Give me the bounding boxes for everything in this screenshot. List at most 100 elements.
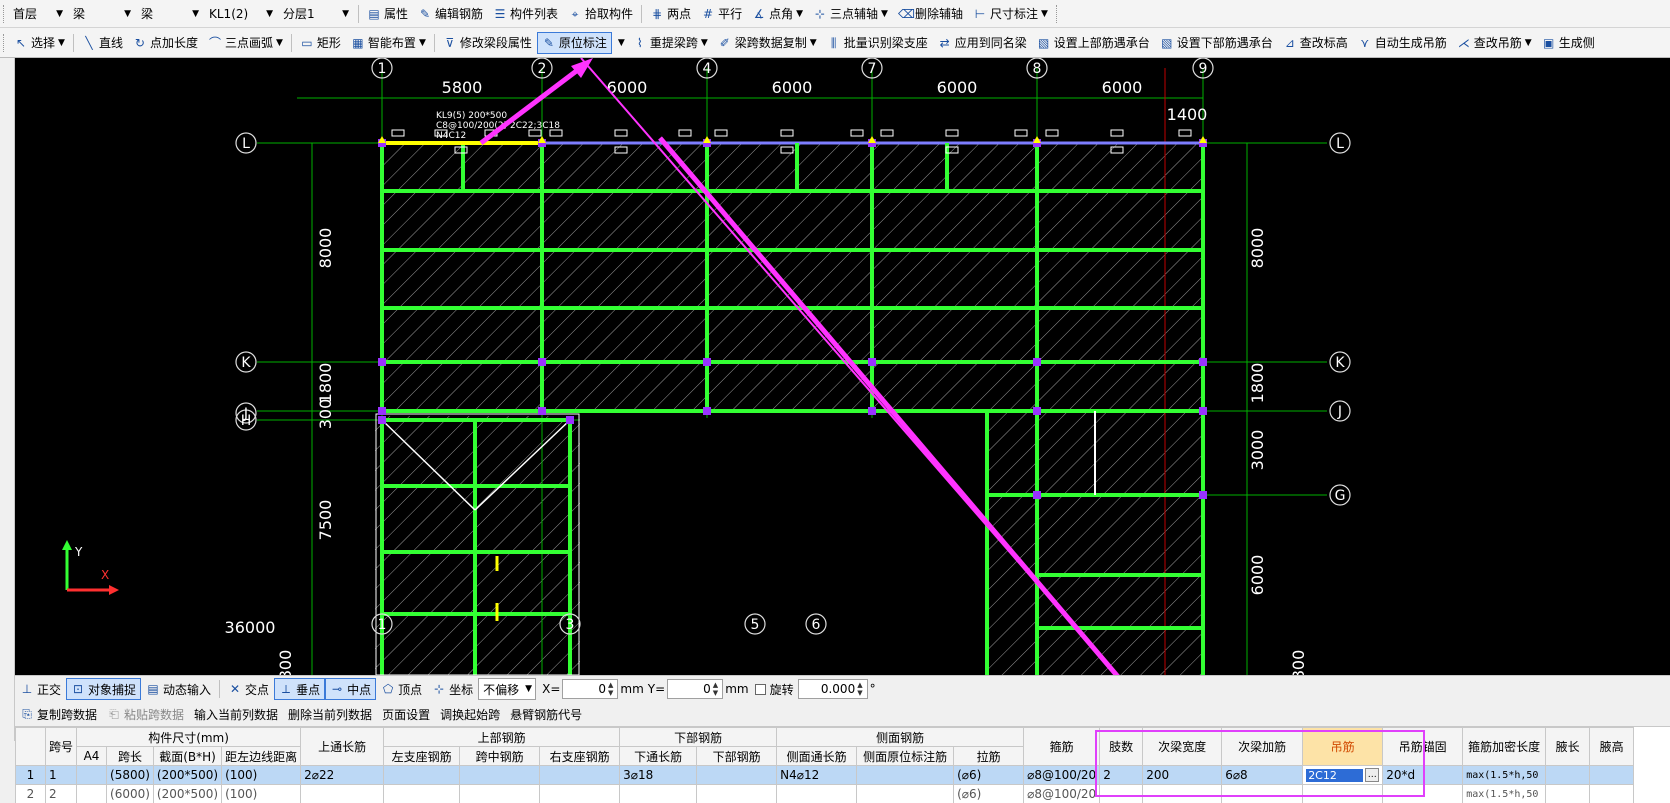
grid-corner[interactable] xyxy=(15,727,46,766)
cell-side-in-situ[interactable] xyxy=(856,765,955,785)
table-row[interactable]: 2 2 (6000) (200*500) (100) (⌀6) ⌀8@100/2… xyxy=(15,784,1635,803)
check-elevation-button[interactable]: ⊿ 查改标高 xyxy=(1278,32,1353,54)
pick-member-button[interactable]: ⌖ 拾取构件 xyxy=(563,3,638,25)
col-haunch-length[interactable]: 腋长 xyxy=(1545,727,1591,766)
cell-top-through[interactable]: 2⌀22 xyxy=(300,765,385,785)
apply-same-name-button[interactable]: ⇄ 应用到同名梁 xyxy=(933,32,1032,54)
col-mid-span[interactable]: 跨中钢筋 xyxy=(459,746,541,766)
col-legs[interactable]: 肢数 xyxy=(1099,727,1144,766)
row-number[interactable]: 2 xyxy=(15,784,46,803)
ellipsis-button[interactable]: … xyxy=(1365,768,1380,782)
cell-distance[interactable]: (100) xyxy=(221,784,302,803)
delete-axis-button[interactable]: ⌫ 删除辅轴 xyxy=(893,3,968,25)
cell-legs[interactable] xyxy=(1099,784,1144,803)
ortho-toggle[interactable]: ⊥ 正交 xyxy=(15,678,66,700)
cantilever-code-button[interactable]: 悬臂钢筋代号 xyxy=(505,703,587,725)
cell-tie[interactable]: (⌀6) xyxy=(953,765,1025,785)
point-length-button[interactable]: ↻ 点加长度 xyxy=(128,32,203,54)
cell-right-support[interactable] xyxy=(539,765,621,785)
col-secondary-width[interactable]: 次梁宽度 xyxy=(1142,727,1223,766)
three-point-arc-button[interactable]: ⌒ 三点画弧 ▼ xyxy=(203,32,288,54)
swap-start-span-button[interactable]: 调换起始跨 xyxy=(435,703,505,725)
cell-stirrup[interactable]: ⌀8@100/20 xyxy=(1023,784,1101,803)
col-section[interactable]: 截面(B*H) xyxy=(152,746,223,766)
edit-rebar-button[interactable]: ✎ 编辑钢筋 xyxy=(413,3,488,25)
cell-secondary-add[interactable]: 6⌀8 xyxy=(1221,765,1304,785)
line-button[interactable]: ╲ 直线 xyxy=(77,32,128,54)
offset-dropdown[interactable]: 不偏移 ▼ xyxy=(478,678,537,700)
batch-identify-support-button[interactable]: ⫼ 批量识别梁支座 xyxy=(822,32,933,54)
drawing-canvas[interactable]: 1 2 4 7 8 9 L K J H L K J G 1 3 5 6 5800… xyxy=(15,58,1670,675)
drawing-svg[interactable]: 1 2 4 7 8 9 L K J H L K J G 1 3 5 6 5800… xyxy=(15,58,1670,675)
in-situ-annotation-menu[interactable]: ▼ xyxy=(612,32,628,54)
perpendicular-snap[interactable]: ⟂ 垂点 xyxy=(274,678,326,700)
cell-distance[interactable]: (100) xyxy=(221,765,302,785)
three-point-axis-button[interactable]: ⊹ 三点辅轴 ▼ xyxy=(808,3,893,25)
col-haunch-height[interactable]: 腋高 xyxy=(1589,727,1635,766)
cell-length[interactable]: (5800) xyxy=(106,765,154,785)
intersection-snap[interactable]: ✕ 交点 xyxy=(223,678,274,700)
cell-hanger-anchor[interactable]: 20*d xyxy=(1382,765,1464,785)
col-span-length[interactable]: 跨长 xyxy=(106,746,154,766)
dimension-button[interactable]: ⊢ 尺寸标注 ▼ xyxy=(968,3,1053,25)
col-left-support[interactable]: 左支座钢筋 xyxy=(383,746,461,766)
col-bottom[interactable]: 下部钢筋 xyxy=(696,746,778,766)
cell-span[interactable]: 2 xyxy=(44,784,78,803)
set-top-pile-cap-button[interactable]: ▧ 设置上部筋遇承台 xyxy=(1032,32,1155,54)
cell-mid-span[interactable] xyxy=(459,784,541,803)
col-bottom-through[interactable]: 下通长筋 xyxy=(619,746,698,766)
col-side-through[interactable]: 侧面通长筋 xyxy=(776,746,858,766)
category-dropdown[interactable]: 梁 ▼ xyxy=(69,3,135,25)
modify-span-props-button[interactable]: ⊽ 修改梁段属性 xyxy=(438,32,537,54)
cell-section[interactable]: (200*500) xyxy=(152,784,223,803)
col-hanger[interactable]: 吊筋 xyxy=(1302,727,1384,766)
hanger-edit-value[interactable]: 2C12 xyxy=(1306,768,1364,782)
cell-haunch-height[interactable] xyxy=(1589,765,1635,785)
delete-column-button[interactable]: 删除当前列数据 xyxy=(283,703,377,725)
x-input[interactable]: 0 ▲ ▼ xyxy=(562,679,619,699)
smart-layout-button[interactable]: ▦ 智能布置 ▼ xyxy=(346,32,431,54)
midpoint-snap[interactable]: ⊸ 中点 xyxy=(325,678,377,700)
cell-bottom-through[interactable] xyxy=(619,784,698,803)
copy-span-data-table-button[interactable]: ⎘ 复制跨数据 xyxy=(15,703,102,725)
cell-haunch-length[interactable] xyxy=(1545,784,1591,803)
vertex-snap[interactable]: ⬠ 顶点 xyxy=(376,678,427,700)
cell-bottom[interactable] xyxy=(696,765,778,785)
cell-dense-length[interactable]: max(1.5*h,50 xyxy=(1462,765,1547,785)
floor-dropdown[interactable]: 首层 ▼ xyxy=(9,3,67,25)
col-top-rebar-group[interactable]: 上部钢筋 xyxy=(383,727,621,747)
row-number[interactable]: 1 xyxy=(15,765,46,785)
member-list-button[interactable]: ☰ 构件列表 xyxy=(488,3,563,25)
col-secondary-add[interactable]: 次梁加筋 xyxy=(1221,727,1304,766)
rectangle-button[interactable]: ▭ 矩形 xyxy=(295,32,346,54)
cell-a4[interactable] xyxy=(76,765,108,785)
toolbar-grip[interactable] xyxy=(1055,4,1059,23)
toolbar-grip[interactable] xyxy=(3,4,6,23)
col-top-through[interactable]: 上通长筋 xyxy=(300,727,385,766)
toolbar-grip[interactable] xyxy=(3,33,6,52)
member-dropdown[interactable]: KL1(2) ▼ xyxy=(205,3,277,25)
col-size-group[interactable]: 构件尺寸(mm) xyxy=(76,727,302,747)
cell-a4[interactable] xyxy=(76,784,108,803)
cell-left-support[interactable] xyxy=(383,784,461,803)
modify-hanger-button[interactable]: ⋌ 查改吊筋 ▼ xyxy=(1452,32,1537,54)
col-stirrup[interactable]: 箍筋 xyxy=(1023,727,1101,766)
set-bottom-pile-cap-button[interactable]: ▧ 设置下部筋遇承台 xyxy=(1155,32,1278,54)
rotate-input[interactable]: 0.000 ▲ ▼ xyxy=(797,679,868,699)
cell-hanger-anchor[interactable] xyxy=(1382,784,1464,803)
re-extract-span-button[interactable]: ⌇ 重提梁跨 ▼ xyxy=(628,32,713,54)
col-a4[interactable]: A4 xyxy=(76,746,108,766)
cell-bottom-through[interactable]: 3⌀18 xyxy=(619,765,698,785)
col-hanger-anchor[interactable]: 吊筋锚固 xyxy=(1382,727,1464,766)
input-column-button[interactable]: 输入当前列数据 xyxy=(189,703,283,725)
cell-side-through[interactable]: N4⌀12 xyxy=(776,765,858,785)
cell-top-through[interactable] xyxy=(300,784,385,803)
type-dropdown[interactable]: 梁 ▼ xyxy=(137,3,203,25)
col-tie[interactable]: 拉筋 xyxy=(953,746,1025,766)
copy-span-data-button[interactable]: ✐ 梁跨数据复制 ▼ xyxy=(713,32,822,54)
cell-span[interactable]: 1 xyxy=(44,765,78,785)
cell-left-support[interactable] xyxy=(383,765,461,785)
cell-side-through[interactable] xyxy=(776,784,858,803)
col-bottom-rebar-group[interactable]: 下部钢筋 xyxy=(619,727,778,747)
coordinate-snap[interactable]: ⊹ 坐标 xyxy=(427,678,478,700)
